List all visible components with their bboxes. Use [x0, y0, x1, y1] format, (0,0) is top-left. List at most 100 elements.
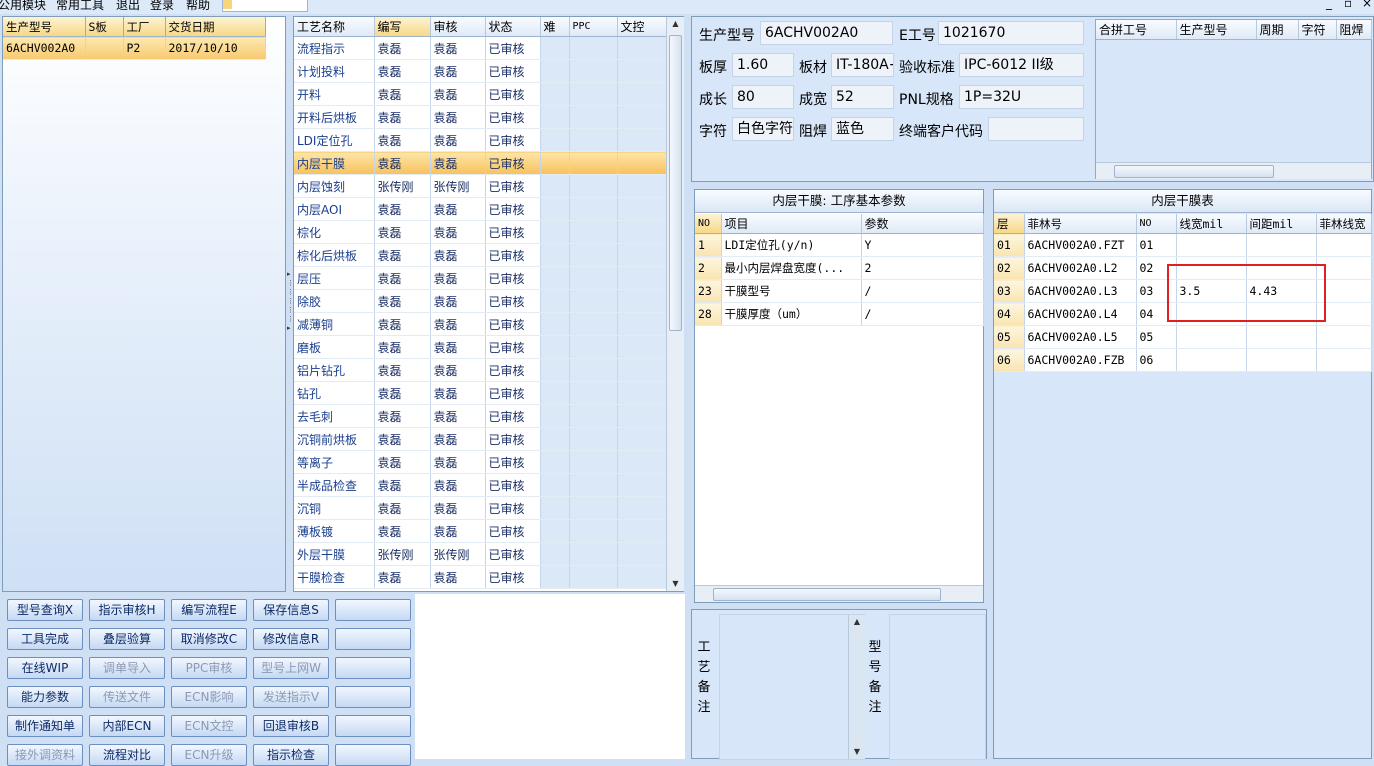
- process-name-cell[interactable]: 计划投料: [294, 59, 375, 83]
- col-reviewer[interactable]: 审核: [430, 17, 486, 37]
- reviewer-cell[interactable]: 袁磊: [430, 36, 486, 60]
- status-cell[interactable]: 已审核: [485, 266, 541, 290]
- table-row[interactable]: 01 6ACHV002A0.FZT 01: [994, 233, 1372, 257]
- process-name-cell[interactable]: 外层干膜: [294, 542, 375, 566]
- status-cell[interactable]: 已审核: [485, 82, 541, 106]
- author-cell[interactable]: 袁磊: [374, 496, 431, 520]
- author-cell[interactable]: 袁磊: [374, 105, 431, 129]
- table-row[interactable]: 流程指示 袁磊 袁磊 已审核: [294, 36, 669, 60]
- param-value-cell[interactable]: 2: [861, 256, 984, 280]
- table-row[interactable]: 外层干膜 张传刚 张传刚 已审核: [294, 542, 669, 566]
- empty-cell[interactable]: [617, 59, 669, 83]
- process-scrollbar[interactable]: ▲ ▼: [666, 17, 684, 591]
- col-layer[interactable]: 层: [994, 214, 1025, 234]
- reviewer-cell[interactable]: 袁磊: [430, 312, 486, 336]
- table-row[interactable]: 内层蚀刻 张传刚 张传刚 已审核: [294, 174, 669, 198]
- process-name-cell[interactable]: 沉铜: [294, 496, 375, 520]
- action-button[interactable]: [335, 599, 411, 621]
- table-row[interactable]: 沉铜 袁磊 袁磊 已审核: [294, 496, 669, 520]
- empty-cell[interactable]: [617, 312, 669, 336]
- col-film-seq[interactable]: NO: [1136, 214, 1177, 234]
- close-icon[interactable]: ×: [1362, 0, 1372, 10]
- empty-cell[interactable]: [540, 151, 570, 175]
- author-cell[interactable]: 袁磊: [374, 381, 431, 405]
- empty-cell[interactable]: [569, 496, 618, 520]
- param-item-cell[interactable]: 干膜厚度（um）: [721, 302, 862, 326]
- remark-scrollbar[interactable]: ▲ ▼: [848, 615, 865, 759]
- process-name-cell[interactable]: 流程指示: [294, 36, 375, 60]
- empty-cell[interactable]: [540, 542, 570, 566]
- empty-cell[interactable]: [540, 496, 570, 520]
- empty-cell[interactable]: [569, 266, 618, 290]
- author-cell[interactable]: 袁磊: [374, 289, 431, 313]
- param-item-cell[interactable]: 最小内层焊盘宽度(...: [721, 256, 862, 280]
- status-cell[interactable]: 已审核: [485, 358, 541, 382]
- process-name-cell[interactable]: 内层蚀刻: [294, 174, 375, 198]
- col-combo-model[interactable]: 生产型号: [1176, 20, 1257, 40]
- process-name-cell[interactable]: 铝片钻孔: [294, 358, 375, 382]
- process-name-cell[interactable]: 开料后烘板: [294, 105, 375, 129]
- action-button[interactable]: 发送指示V: [253, 686, 329, 708]
- empty-cell[interactable]: [540, 82, 570, 106]
- model-cell[interactable]: 6ACHV002A0: [3, 36, 86, 60]
- combo-arrow-icon[interactable]: [223, 0, 232, 9]
- author-cell[interactable]: 袁磊: [374, 519, 431, 543]
- table-row[interactable]: 钻孔 袁磊 袁磊 已审核: [294, 381, 669, 405]
- author-cell[interactable]: 袁磊: [374, 335, 431, 359]
- reviewer-cell[interactable]: 袁磊: [430, 197, 486, 221]
- film-seq-cell[interactable]: 01: [1136, 233, 1177, 257]
- action-button[interactable]: ECN影响: [171, 686, 247, 708]
- action-button[interactable]: 工具完成: [7, 628, 83, 650]
- film-no-cell[interactable]: 6ACHV002A0.L3: [1024, 279, 1137, 303]
- table-row[interactable]: 计划投料 袁磊 袁磊 已审核: [294, 59, 669, 83]
- menu-tools[interactable]: 常用工具: [56, 0, 104, 13]
- author-cell[interactable]: 袁磊: [374, 427, 431, 451]
- empty-cell[interactable]: [617, 381, 669, 405]
- table-row[interactable]: 棕化 袁磊 袁磊 已审核: [294, 220, 669, 244]
- col-combo-mask[interactable]: 阻焊: [1336, 20, 1372, 40]
- solder-mask-field[interactable]: 蓝色: [831, 117, 894, 141]
- action-button[interactable]: 制作通知单: [7, 715, 83, 737]
- reviewer-cell[interactable]: 袁磊: [430, 473, 486, 497]
- film-line-width-cell[interactable]: [1316, 348, 1372, 372]
- col-combo-cycle[interactable]: 周期: [1256, 20, 1299, 40]
- process-name-cell[interactable]: 层压: [294, 266, 375, 290]
- empty-cell[interactable]: [569, 404, 618, 428]
- process-name-cell[interactable]: 沉铜前烘板: [294, 427, 375, 451]
- line-width-cell[interactable]: [1176, 233, 1247, 257]
- empty-cell[interactable]: [617, 519, 669, 543]
- reviewer-cell[interactable]: 袁磊: [430, 59, 486, 83]
- action-button[interactable]: 内部ECN: [89, 715, 165, 737]
- status-cell[interactable]: 已审核: [485, 197, 541, 221]
- scroll-thumb[interactable]: [669, 35, 682, 331]
- action-button[interactable]: [335, 657, 411, 679]
- process-name-cell[interactable]: 棕化: [294, 220, 375, 244]
- author-cell[interactable]: 袁磊: [374, 36, 431, 60]
- model-row[interactable]: 6ACHV002A0 P2 2017/10/10: [3, 36, 266, 60]
- empty-cell[interactable]: [540, 427, 570, 451]
- reviewer-cell[interactable]: 袁磊: [430, 82, 486, 106]
- col-author[interactable]: 编写: [374, 17, 431, 37]
- author-cell[interactable]: 张传刚: [374, 174, 431, 198]
- film-line-width-cell[interactable]: [1316, 325, 1372, 349]
- menu-help[interactable]: 帮助: [186, 0, 210, 13]
- reviewer-cell[interactable]: 袁磊: [430, 289, 486, 313]
- col-s-board[interactable]: S板: [85, 17, 124, 37]
- param-no-cell[interactable]: 1: [695, 233, 722, 257]
- action-button[interactable]: 保存信息S: [253, 599, 329, 621]
- table-row[interactable]: 开料后烘板 袁磊 袁磊 已审核: [294, 105, 669, 129]
- empty-cell[interactable]: [569, 358, 618, 382]
- table-row[interactable]: 05 6ACHV002A0.L5 05: [994, 325, 1372, 349]
- empty-cell[interactable]: [569, 335, 618, 359]
- author-cell[interactable]: 袁磊: [374, 450, 431, 474]
- table-row[interactable]: 薄板镀 袁磊 袁磊 已审核: [294, 519, 669, 543]
- action-button[interactable]: ECN升级: [171, 744, 247, 766]
- char-field[interactable]: 白色字符: [732, 117, 794, 141]
- param-item-cell[interactable]: 干膜型号: [721, 279, 862, 303]
- action-button[interactable]: 传送文件: [89, 686, 165, 708]
- reviewer-cell[interactable]: 袁磊: [430, 404, 486, 428]
- layer-cell[interactable]: 02: [994, 256, 1025, 280]
- empty-cell[interactable]: [617, 174, 669, 198]
- empty-cell[interactable]: [569, 381, 618, 405]
- empty-cell[interactable]: [540, 243, 570, 267]
